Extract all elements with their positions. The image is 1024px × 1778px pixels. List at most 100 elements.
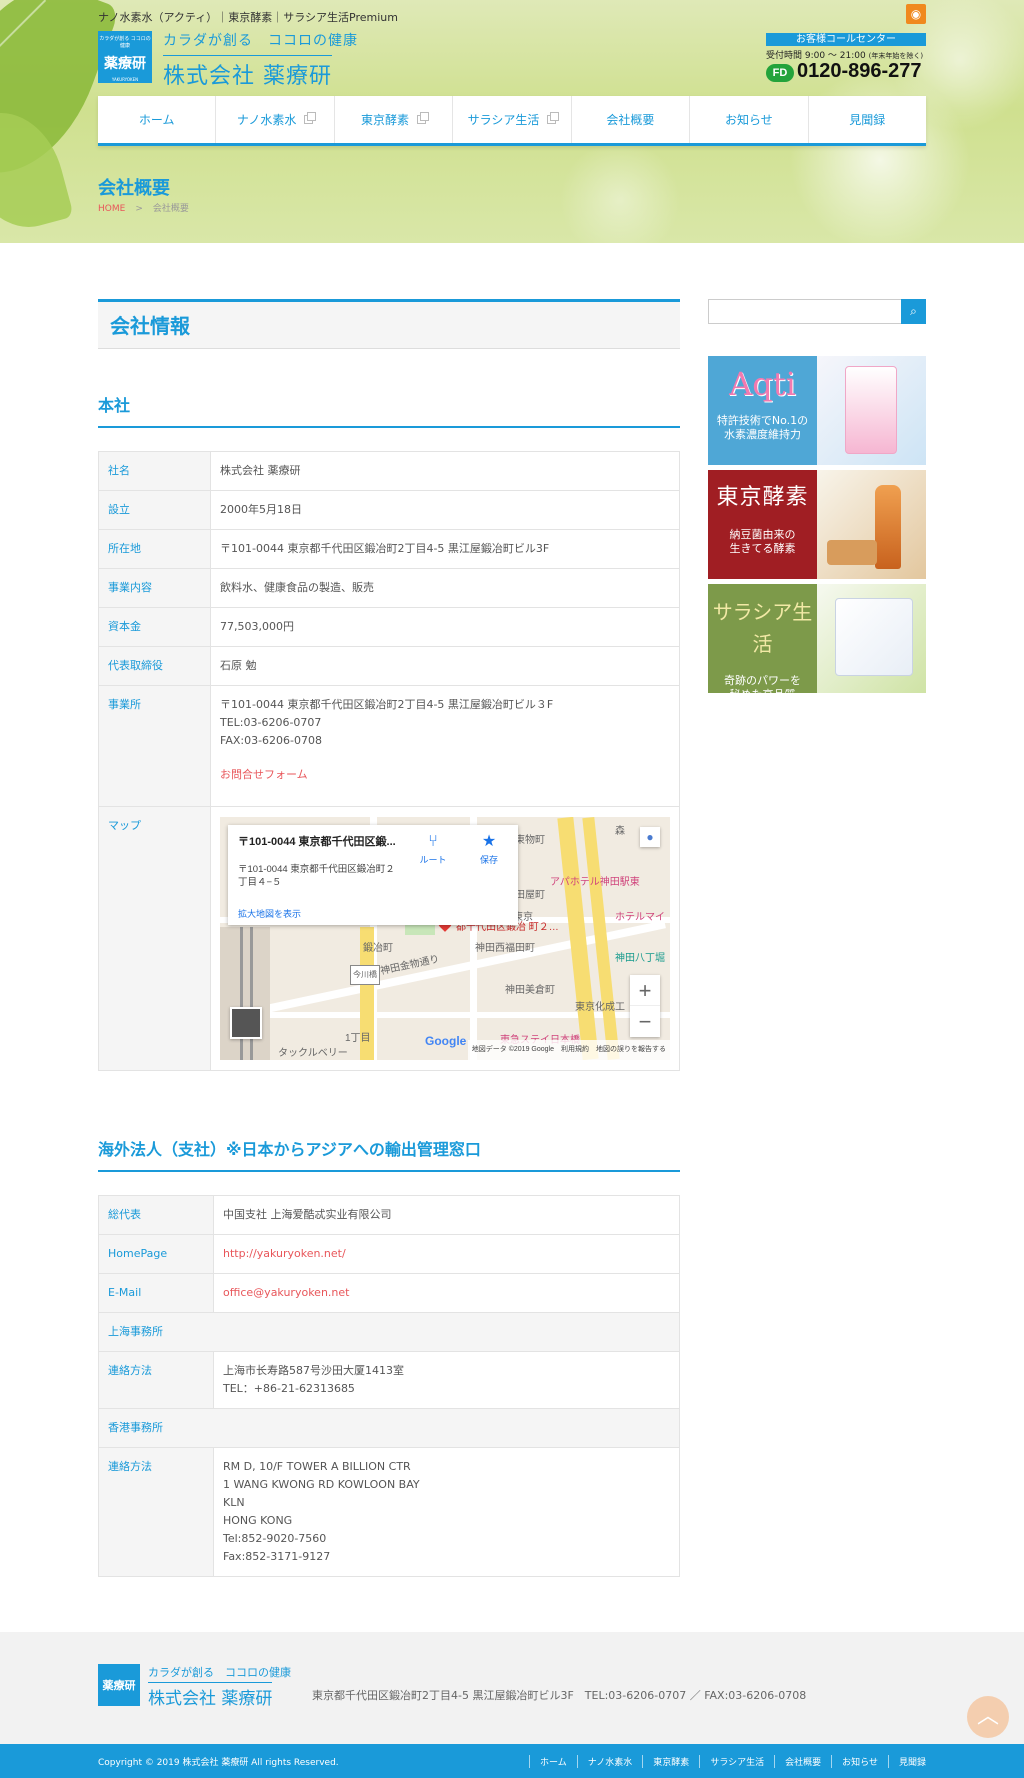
route-label: ルート — [419, 855, 447, 865]
table-row: 事業内容 飲料水、健康食品の製造、販売 — [98, 568, 680, 608]
banner-aqti[interactable]: Aqti 特許技術でNo.1の 水素濃度維持力 — [708, 356, 926, 465]
hq-info-table: 社名 株式会社 薬療研 設立 2000年5月18日 所在地 〒101-0044 東京都… — [98, 451, 680, 1071]
footer-nav-item[interactable]: 見聞録 — [887, 1755, 926, 1768]
row-key: 代表取締役 — [98, 646, 211, 686]
footer-nav-item[interactable]: ホーム — [529, 1755, 577, 1768]
nav-tokyo-enzyme[interactable]: 東京酵素 — [335, 96, 454, 143]
breadcrumb-separator: > — [135, 204, 143, 214]
footer-catchphrase: カラダが創る ココロの健康 — [148, 1666, 291, 1679]
search-input[interactable] — [709, 300, 901, 323]
overseas-info-table: 総代表 中国支社 上海爱酷忒实业有限公司 HomePage http://yakur… — [98, 1195, 680, 1577]
footer-company-name: 株式会社 薬療研 — [148, 1682, 273, 1709]
rss-icon[interactable]: ◉ — [906, 4, 926, 24]
hk-address-line: 1 WANG KWONG RD KOWLOON BAY — [223, 1478, 420, 1491]
row-value: 株式会社 薬療研 — [210, 451, 680, 491]
table-row: 資本金 77,503,000円 — [98, 607, 680, 647]
row-value: 〒101-0044 東京都千代田区鍛冶町2丁目4-5 黒江屋鍛冶町ビル３F TE… — [210, 685, 680, 807]
email-link[interactable]: office@yakuryoken.net — [223, 1286, 349, 1299]
zoom-out-button[interactable]: − — [630, 1006, 660, 1037]
nav-salacia[interactable]: サラシア生活 — [453, 96, 572, 143]
company-name[interactable]: 株式会社 薬療研 — [163, 55, 332, 90]
footer-nav-item[interactable]: ナノ水素水 — [576, 1755, 643, 1768]
header-hero: ナノ水素水（アクティ）｜東京酵素｜サラシア生活Premium ◉ カラダが創る … — [0, 0, 1024, 243]
logo-main-text: 薬療研 — [104, 56, 146, 72]
site-logo[interactable]: カラダが創る ココロの健康 薬療研 YAKURYOKEN — [98, 31, 152, 83]
breadcrumb-home[interactable]: HOME — [98, 204, 125, 214]
row-key: 事業所 — [98, 685, 211, 807]
footer-address: 東京都千代田区鍛冶町2丁目4-5 黒江屋鍛冶町ビル3F TEL:03-6206-… — [312, 1689, 807, 1702]
banner-text: Aqti 特許技術でNo.1の 水素濃度維持力 — [708, 356, 817, 465]
zoom-in-button[interactable]: + — [630, 975, 660, 1006]
footer-nav-item[interactable]: サラシア生活 — [699, 1755, 774, 1768]
back-to-top-button[interactable]: ︿ — [967, 1696, 1009, 1738]
banner-text: サラシア生活 奇跡のパワーを 秘めた高品質 サラシア — [708, 584, 817, 715]
map-label: 東物町 — [515, 835, 545, 846]
nav-home[interactable]: ホーム — [98, 96, 217, 143]
row-key: 総代表 — [98, 1195, 214, 1235]
table-row: 社名 株式会社 薬療研 — [98, 451, 680, 491]
view-larger-map-link[interactable]: 拡大地図を表示 — [238, 905, 301, 923]
nav-news[interactable]: お知らせ — [690, 96, 809, 143]
nav-nano-water[interactable]: ナノ水素水 — [216, 96, 335, 143]
footer-logo[interactable]: 薬療研 — [98, 1664, 140, 1706]
save-label: 保存 — [479, 855, 498, 865]
breadcrumb: HOME > 会社概要 — [98, 201, 189, 214]
nav-company[interactable]: 会社概要 — [572, 96, 691, 143]
banner-line: 水素濃度維持力 — [724, 428, 801, 441]
section-title: 会社情報 — [98, 299, 680, 349]
external-link-icon — [417, 112, 430, 124]
route-button[interactable]: ⑂ ルート — [413, 833, 453, 869]
table-row: 総代表 中国支社 上海爱酷忒实业有限公司 — [98, 1195, 680, 1235]
row-value: 中国支社 上海爱酷忒实业有限公司 — [213, 1195, 680, 1235]
shanghai-address: 上海市长寿路587号沙田大厦1413室 — [223, 1364, 404, 1377]
row-value: 上海市长寿路587号沙田大厦1413室 TEL：+86-21-62313685 — [213, 1351, 680, 1409]
save-button[interactable]: ★ 保存 — [469, 833, 509, 869]
footer-nav-item[interactable]: 東京酵素 — [642, 1755, 699, 1768]
google-map[interactable]: 東物町 アパホテル神田駅東 田屋町 ホテルマイ 東京 都千代田区鍛冶 町２… 鍛… — [220, 817, 670, 1060]
table-row: マップ 東物町 アパホテル神田駅東 田屋町 ホテルマイ 東京 都千代田区鍛冶 町… — [98, 806, 680, 1071]
row-value: 〒101-0044 東京都千代田区鍛冶町2丁目4-5 黒江屋鍛冶町ビル3F — [210, 529, 680, 569]
row-value: 飲料水、健康食品の製造、販売 — [210, 568, 680, 608]
map-label: 神田美倉町 — [505, 985, 555, 996]
header-tagline: ナノ水素水（アクティ）｜東京酵素｜サラシア生活Premium — [98, 11, 398, 24]
row-key: 資本金 — [98, 607, 211, 647]
logo-small-text: カラダが創る ココロの健康 — [99, 36, 151, 49]
banner-salacia[interactable]: サラシア生活 奇跡のパワーを 秘めた高品質 サラシア — [708, 584, 926, 715]
footer-nav-item[interactable]: 会社概要 — [774, 1755, 831, 1768]
footer-nav-item[interactable]: お知らせ — [831, 1755, 888, 1768]
nav-journal[interactable]: 見聞録 — [809, 96, 926, 143]
row-key: 社名 — [98, 451, 211, 491]
banner-tokyo-enzyme[interactable]: 東京酵素 納豆菌由来の 生きてる酵素 — [708, 470, 926, 579]
hk-address-line: HONG KONG — [223, 1514, 293, 1527]
table-row: HomePage http://yakuryoken.net/ — [98, 1234, 680, 1274]
street-view-icon[interactable]: ● — [640, 827, 660, 847]
star-icon: ★ — [481, 833, 497, 850]
satellite-toggle[interactable] — [230, 1007, 262, 1039]
main-content: 会社情報 本社 社名 株式会社 薬療研 設立 2000年5月18日 所在地 〒101-… — [98, 299, 680, 1577]
google-logo: Google — [425, 1034, 467, 1048]
nav-label: ホーム — [138, 113, 175, 127]
contact-form-link[interactable]: お問合せフォーム — [220, 766, 308, 784]
banner-line: 特許技術でNo.1の — [716, 414, 809, 427]
product-image — [817, 584, 926, 693]
phone-number[interactable]: FD 0120-896-277 — [766, 60, 922, 83]
shanghai-tel: TEL：+86-21-62313685 — [223, 1382, 355, 1395]
external-link-icon — [304, 112, 317, 124]
phone-number-text: 0120-896-277 — [797, 60, 922, 82]
row-key: E-Mail — [98, 1273, 214, 1313]
search-button[interactable]: ⌕ — [901, 299, 926, 324]
map-label: 神田八丁堀 — [615, 953, 665, 964]
row-value: 東物町 アパホテル神田駅東 田屋町 ホテルマイ 東京 都千代田区鍛冶 町２… 鍛… — [210, 806, 680, 1071]
nav-label: 会社概要 — [606, 113, 655, 127]
row-key: 連絡方法 — [98, 1447, 214, 1577]
footer-logo-text: 薬療研 — [102, 1679, 136, 1692]
copyright: Copyright © 2019 株式会社 薬療研 All rights Res… — [98, 1758, 339, 1768]
footer-bar: Copyright © 2019 株式会社 薬療研 All rights Res… — [0, 1744, 1024, 1778]
banner-title: 東京酵素 — [716, 485, 809, 510]
map-info-card: 〒101-0044 東京都千代田区鍛... 〒101-0044 東京都千代田区鍛… — [228, 825, 518, 925]
nav-label: ナノ水素水 — [236, 113, 297, 127]
map-label: アパホテル神田駅東 — [550, 877, 640, 888]
call-hours-note: (年末年始を除く) — [868, 52, 924, 60]
map-label: 神田西福田町 — [475, 943, 535, 954]
homepage-link[interactable]: http://yakuryoken.net/ — [223, 1247, 346, 1260]
